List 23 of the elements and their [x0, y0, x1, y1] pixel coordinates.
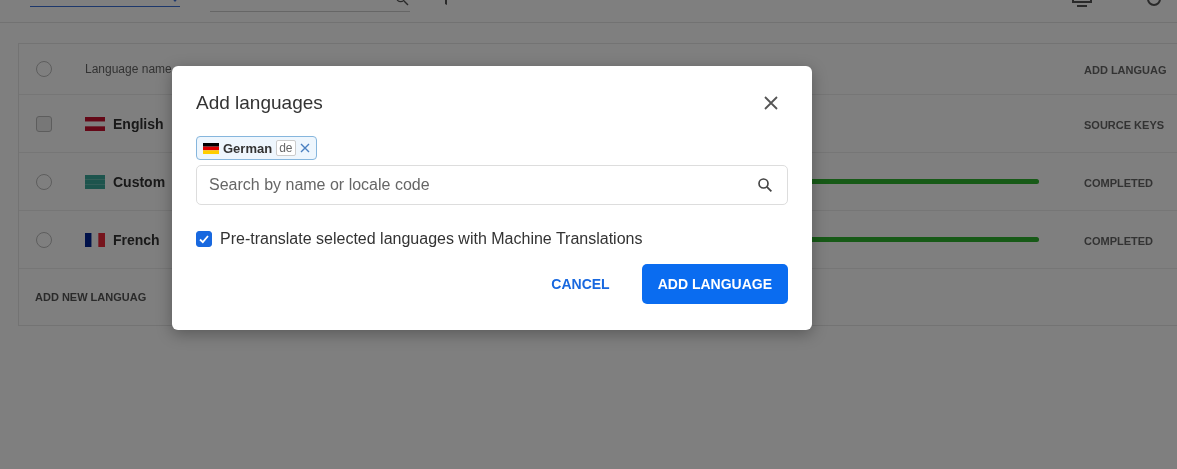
close-icon[interactable] — [764, 96, 778, 110]
search-field[interactable]: Search by name or locale code — [196, 165, 788, 205]
checkbox[interactable] — [196, 231, 212, 247]
column-header: ADD LANGUAG — [1084, 64, 1167, 76]
status-label: SOURCE KEYS — [1084, 118, 1165, 131]
column-header: Language name — [85, 62, 172, 76]
language-name[interactable]: Custom — [113, 173, 166, 190]
cancel-button[interactable]: CANCEL — [535, 264, 626, 304]
dialog-title: Add languages — [196, 92, 323, 114]
flag-icon — [203, 142, 219, 154]
status-label: COMPLETED — [1084, 176, 1154, 189]
add-language-link[interactable]: ADD NEW LANGUAG — [35, 291, 147, 303]
flag-icon — [85, 174, 105, 189]
search-icon — [756, 176, 774, 194]
add-language-button[interactable]: ADD LANGUAGE — [641, 264, 788, 304]
checkbox-label: Pre-translate selected languages with Machine Translations — [220, 230, 643, 248]
status-label: COMPLETED — [1084, 234, 1154, 247]
flag-icon — [85, 116, 105, 131]
chip-label: German — [223, 140, 273, 156]
flag-icon — [85, 232, 105, 247]
locale-code: de — [276, 140, 296, 156]
language-name[interactable]: French — [113, 231, 160, 248]
remove-icon[interactable] — [299, 143, 310, 153]
